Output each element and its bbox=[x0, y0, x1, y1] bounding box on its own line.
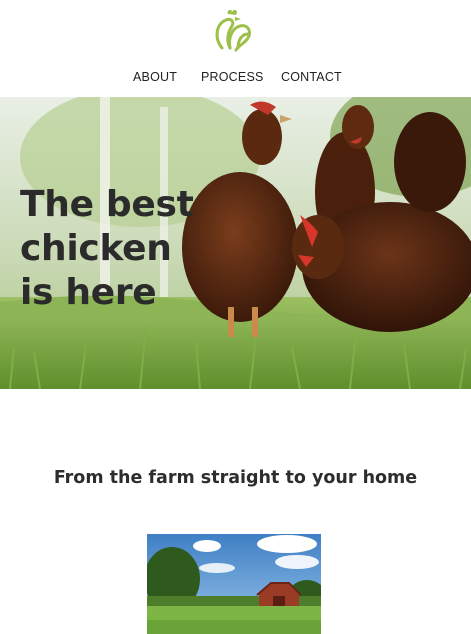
main-nav: ABOUT PROCESS CONTACT bbox=[0, 70, 471, 86]
hero-title-line: The best bbox=[20, 184, 194, 225]
nav-link-process[interactable]: PROCESS bbox=[201, 70, 264, 84]
section-heading: From the farm straight to your home bbox=[53, 468, 418, 488]
nav-link-contact[interactable]: CONTACT bbox=[281, 70, 342, 84]
hero-section: The best chicken is here bbox=[0, 97, 471, 389]
hero-title: The best chicken is here bbox=[20, 183, 194, 315]
nav-link-about[interactable]: ABOUT bbox=[133, 70, 177, 84]
hero-title-line: chicken bbox=[20, 228, 172, 269]
barn-image bbox=[147, 534, 321, 634]
site-header: ABOUT PROCESS CONTACT bbox=[0, 0, 471, 97]
rooster-logo-icon[interactable] bbox=[212, 8, 254, 54]
hero-title-line: is here bbox=[20, 272, 157, 313]
